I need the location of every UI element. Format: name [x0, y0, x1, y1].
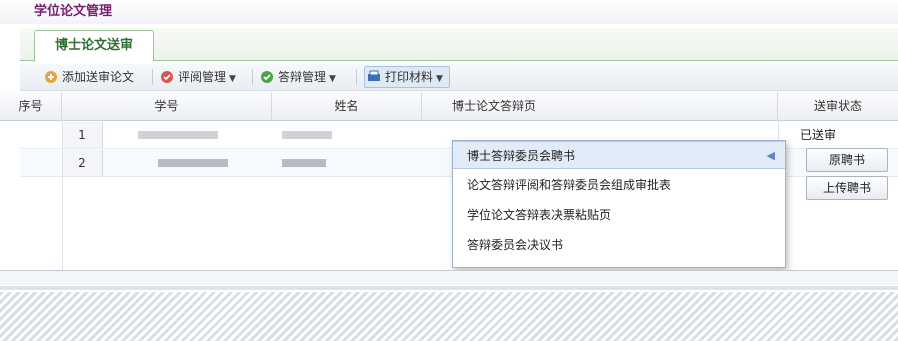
column-header-defense-page[interactable]: 博士论文答辩页 [422, 92, 778, 120]
review-management-button[interactable]: 评阅管理 ▼ [158, 67, 236, 87]
column-header-name[interactable]: 姓名 [272, 92, 422, 120]
add-icon [45, 71, 57, 83]
menu-item-label: 答辩委员会决议书 [467, 238, 564, 252]
app-title: 学位论文管理 [0, 0, 898, 24]
menu-item-committee-appointment-letter[interactable]: 博士答辩委员会聘书 ◀ [453, 141, 785, 169]
chevron-down-icon: ▼ [436, 74, 443, 84]
toolbar-separator [152, 69, 153, 85]
print-materials-label: 打印材料 [385, 70, 434, 84]
menu-item-label: 论文答辩评阅和答辩委员会组成审批表 [467, 178, 672, 192]
horizontal-scrollbar[interactable] [0, 286, 898, 290]
toolbar: 添加送审论文 评阅管理 ▼ 答辩管理 ▼ 打印材料 ▼ [20, 64, 898, 91]
menu-item-label: 博士答辩委员会聘书 [467, 149, 576, 163]
add-thesis-button[interactable]: 添加送审论文 [42, 67, 134, 87]
upload-appointment-letter-button[interactable]: 上传聘书 [806, 176, 888, 200]
column-divider [62, 120, 63, 270]
print-materials-menu: 博士答辩委员会聘书 ◀ 论文答辩评阅和答辩委员会组成审批表 学位论文答辩表决票粘… [452, 140, 786, 268]
background-pattern [0, 292, 898, 341]
defense-management-label: 答辩管理 [278, 70, 327, 84]
row-number: 1 [62, 122, 103, 148]
column-header-status[interactable]: 送审状态 [778, 92, 898, 120]
chevron-down-icon: ▼ [329, 74, 336, 84]
tab-phd-thesis-review[interactable]: 博士论文送审 [34, 30, 154, 62]
menu-item-committee-approval-form[interactable]: 论文答辩评阅和答辩委员会组成审批表 [453, 171, 785, 199]
status-cell: 已送审 [800, 128, 837, 142]
student-name-cell [282, 131, 332, 139]
menu-item-committee-resolution[interactable]: 答辩委员会决议书 [453, 231, 785, 259]
review-icon [161, 71, 173, 83]
toolbar-separator [356, 69, 357, 85]
row-number: 2 [62, 150, 103, 176]
tab-strip: 博士论文送审 [20, 28, 898, 62]
student-name-cell [282, 159, 326, 167]
menu-item-ballot-paste-page[interactable]: 学位论文答辩表决票粘贴页 [453, 201, 785, 229]
add-thesis-label: 添加送审论文 [62, 70, 135, 84]
chevron-down-icon: ▼ [229, 74, 236, 84]
grid-footer [0, 270, 898, 285]
print-icon [368, 70, 380, 81]
original-appointment-letter-button[interactable]: 原聘书 [806, 148, 888, 172]
defense-management-button[interactable]: 答辩管理 ▼ [258, 67, 336, 87]
toolbar-separator [252, 69, 253, 85]
column-header-student-id[interactable]: 学号 [62, 92, 272, 120]
defense-icon [261, 71, 273, 83]
print-materials-button[interactable]: 打印材料 ▼ [364, 66, 450, 88]
menu-item-label: 学位论文答辩表决票粘贴页 [467, 208, 612, 222]
student-id-cell [138, 131, 218, 139]
chevron-right-icon: ◀ [766, 149, 775, 162]
grid-header: 序号 学号 姓名 博士论文答辩页 送审状态 [0, 92, 898, 121]
review-management-label: 评阅管理 [178, 70, 227, 84]
student-id-cell [158, 159, 228, 167]
column-header-index[interactable]: 序号 [0, 92, 62, 120]
